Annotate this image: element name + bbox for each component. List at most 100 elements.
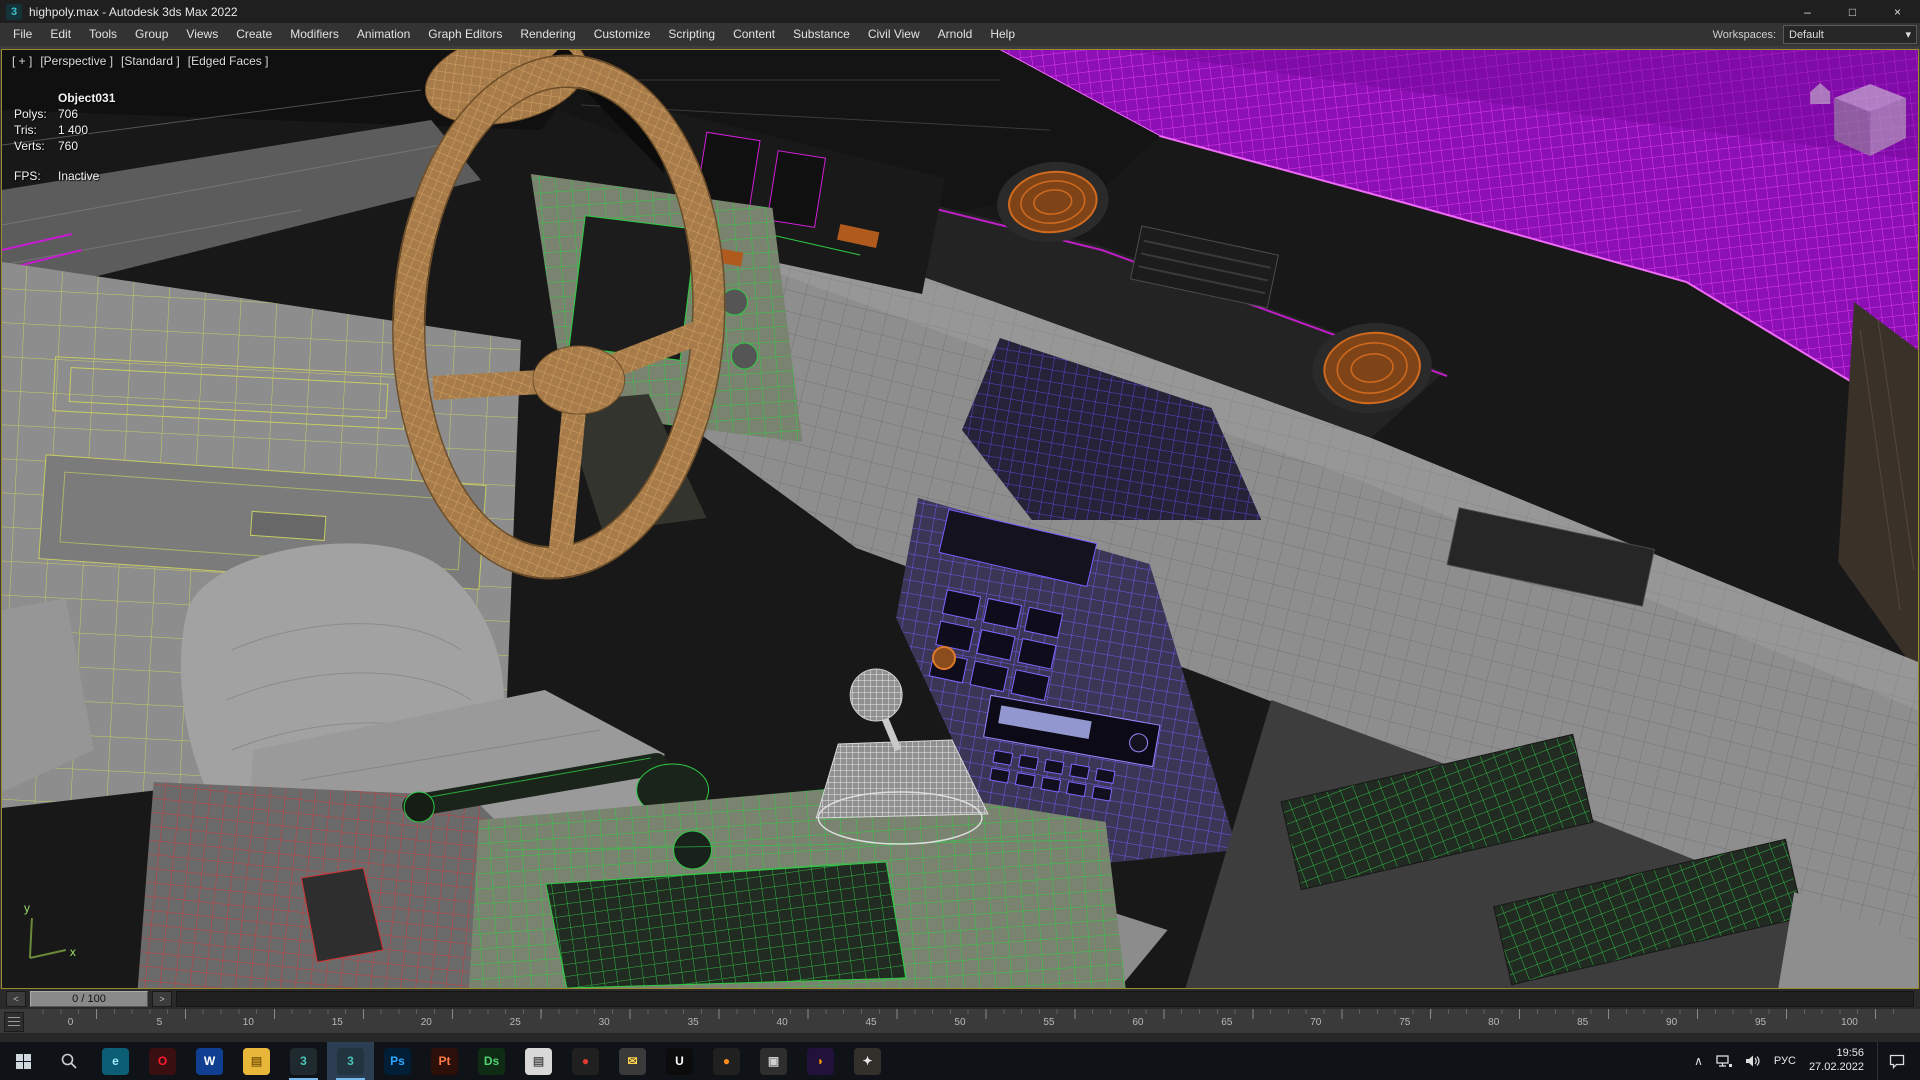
menu-item[interactable]: Views [177,23,227,46]
taskbar-search-button[interactable] [46,1042,92,1080]
stats-rows: Polys: 706 Tris: 1 400 Verts: 760 [14,106,115,154]
menu-item[interactable]: Arnold [929,23,982,46]
time-slider-handle[interactable]: 0 / 100 [30,991,148,1007]
menu-item[interactable]: Tools [80,23,126,46]
taskbar-app-icon[interactable]: ◗ [797,1042,844,1080]
viewport-menu-general[interactable]: [ + ] [12,54,32,68]
menu-item[interactable]: Content [724,23,784,46]
volume-icon[interactable] [1745,1054,1761,1068]
close-button[interactable]: × [1875,0,1920,23]
menu-item[interactable]: File [4,23,41,46]
chevron-down-icon: ▾ [1905,28,1911,41]
frame-number: 90 [1627,1017,1716,1028]
viewport-label: [ + ] [Perspective ] [Standard ] [Edged … [12,54,268,68]
frame-number: 0 [26,1017,115,1028]
taskbar-app-icon[interactable]: ✉ [609,1042,656,1080]
taskbar-app-icon[interactable]: U [656,1042,703,1080]
time-slider-track[interactable] [176,991,1914,1007]
language-indicator[interactable]: РУС [1774,1055,1796,1067]
workspace-dropdown[interactable]: Default ▾ [1783,25,1917,44]
menu-item[interactable]: Customize [585,23,660,46]
taskbar-clock[interactable]: 19:56 27.02.2022 [1809,1047,1864,1075]
menu-item[interactable]: Create [227,23,281,46]
viewport-menu-renderer[interactable]: [Standard ] [121,54,180,68]
notification-icon [1889,1054,1905,1069]
taskbar-app-icon[interactable]: ▤ [515,1042,562,1080]
maximize-button[interactable]: □ [1830,0,1875,23]
frame-number: 100 [1805,1017,1894,1028]
taskbar-app-icon[interactable]: ▤ [233,1042,280,1080]
workspaces-label: Workspaces: [1713,29,1776,41]
stats-row: Verts: 760 [14,138,115,154]
taskbar-app-icon[interactable]: Ps [374,1042,421,1080]
network-icon[interactable] [1716,1054,1732,1068]
menu-item[interactable]: Modifiers [281,23,348,46]
next-frame-button[interactable]: > [152,991,172,1007]
taskbar-app-icon[interactable]: Ds [468,1042,515,1080]
menu-item[interactable]: Graph Editors [419,23,511,46]
frame-number: 55 [1004,1017,1093,1028]
dash-knob-orange [933,647,955,669]
taskbar-app-icon[interactable]: O [139,1042,186,1080]
frame-number: 40 [738,1017,827,1028]
menu-item[interactable]: Civil View [859,23,929,46]
workspace-value: Default [1789,29,1824,41]
taskbar-app-icon[interactable]: e [92,1042,139,1080]
track-bar[interactable]: 0510152025303540455055606570758085909510… [0,1009,1920,1034]
taskbar-app-icon[interactable]: ✦ [844,1042,891,1080]
menu-items: FileEditToolsGroupViewsCreateModifiersAn… [4,23,1024,46]
statusbar-strip [0,1033,1920,1042]
menu-item[interactable]: Edit [41,23,80,46]
frame-number: 10 [204,1017,293,1028]
taskbar-app-icon[interactable]: W [186,1042,233,1080]
menu-item[interactable]: Animation [348,23,419,46]
taskbar-app-icon[interactable]: ▣ [750,1042,797,1080]
door-handle [251,511,326,540]
taskbar-app-icon[interactable]: Pt [421,1042,468,1080]
frame-number: 45 [827,1017,916,1028]
taskbar-app-icon[interactable]: ● [703,1042,750,1080]
frame-number: 65 [1182,1017,1271,1028]
console-knob [674,831,712,869]
viewport-3d[interactable]: x y [ + ] [Perspective ] [Standard ] [Ed… [1,49,1919,989]
menu-item[interactable]: Rendering [511,23,584,46]
window-title: highpoly.max - Autodesk 3ds Max 2022 [29,5,238,19]
previous-frame-button[interactable]: < [6,991,26,1007]
mini-trackbar-icon[interactable] [4,1012,24,1032]
menu-item[interactable]: Group [126,23,177,46]
start-button[interactable] [0,1042,46,1080]
menu-item[interactable]: Scripting [659,23,724,46]
titlebar: 3 highpoly.max - Autodesk 3ds Max 2022 –… [0,0,1920,23]
minimize-button[interactable]: – [1785,0,1830,23]
frame-number: 20 [382,1017,471,1028]
stats-row: Polys: 706 [14,106,115,122]
stats-fps-row: FPS: Inactive [14,168,115,184]
windows-logo-icon [16,1054,31,1069]
center-console-green[interactable] [469,785,1126,988]
menu-item[interactable]: Substance [784,23,859,46]
frame-number: 50 [916,1017,1005,1028]
viewport-menu-pov[interactable]: [Perspective ] [40,54,113,68]
action-center-button[interactable] [1877,1042,1916,1080]
frame-number: 85 [1538,1017,1627,1028]
frame-number: 5 [115,1017,204,1028]
tray-expand-icon[interactable]: ∧ [1694,1054,1703,1068]
stats-object-name: Object031 [58,90,115,106]
menu-item[interactable]: Help [981,23,1024,46]
system-tray: ∧ РУС 19:56 27.02.2022 [1694,1042,1920,1080]
menubar: FileEditToolsGroupViewsCreateModifiersAn… [0,23,1920,46]
taskbar-apps: e O W ▤ 3 3 Ps Pt Ds ▤ ● ✉ [92,1042,891,1080]
taskbar-app-icon[interactable]: 3 [327,1042,374,1080]
axis-x-label: x [70,945,76,959]
frame-number: 15 [293,1017,382,1028]
taskbar-app-icon[interactable]: 3 [280,1042,327,1080]
frame-number: 80 [1449,1017,1538,1028]
frame-number: 30 [560,1017,649,1028]
scene-canvas[interactable]: x y [2,50,1918,988]
frame-number: 60 [1093,1017,1182,1028]
taskbar-app-icon[interactable]: ● [562,1042,609,1080]
viewport-menu-shading[interactable]: [Edged Faces ] [188,54,269,68]
frame-number: 75 [1360,1017,1449,1028]
tray-date: 27.02.2022 [1809,1061,1864,1075]
frame-number: 35 [649,1017,738,1028]
